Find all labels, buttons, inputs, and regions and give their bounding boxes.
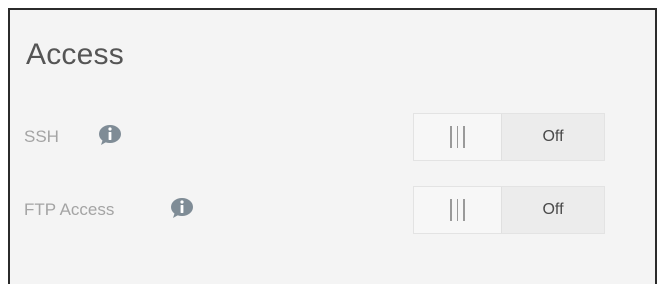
ssh-toggle[interactable]: Off — [413, 113, 605, 161]
ssh-info-icon[interactable] — [98, 124, 122, 146]
grip-icon — [450, 199, 465, 221]
grip-icon — [450, 126, 465, 148]
ssh-setting-row: SSH Off — [10, 113, 655, 163]
access-panel: Access SSH Off FTP Access Off — [8, 8, 657, 284]
ftp-toggle-handle[interactable] — [414, 187, 502, 233]
ssh-label: SSH — [24, 127, 59, 146]
ftp-toggle-state: Off — [502, 187, 604, 233]
ftp-label: FTP Access — [24, 200, 115, 219]
ftp-toggle[interactable]: Off — [413, 186, 605, 234]
section-title: Access — [26, 38, 124, 71]
ssh-toggle-state: Off — [502, 114, 604, 160]
info-icon — [99, 125, 121, 145]
ftp-info-icon[interactable] — [170, 197, 194, 219]
ssh-toggle-handle[interactable] — [414, 114, 502, 160]
info-icon — [171, 198, 193, 218]
ftp-setting-row: FTP Access Off — [10, 186, 655, 236]
